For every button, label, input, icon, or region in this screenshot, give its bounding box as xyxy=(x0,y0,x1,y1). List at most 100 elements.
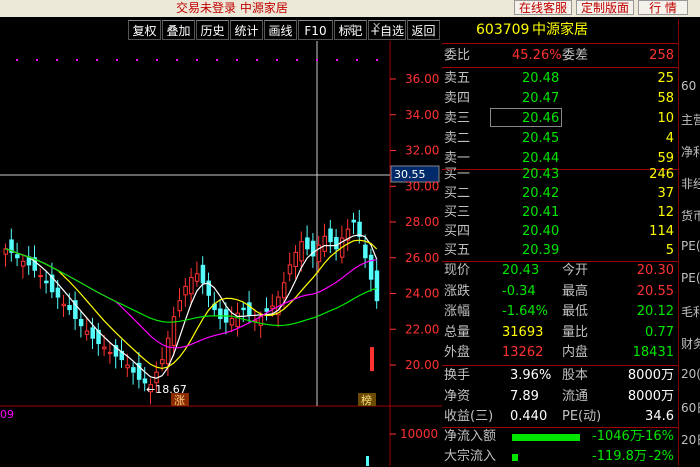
price-ticks: 36.00 34.00 32.00 30.00 28.00 26.00 24.00 22.00… xyxy=(390,72,439,372)
overlay-button[interactable]: 叠加 xyxy=(162,20,195,40)
marker-dot xyxy=(196,59,198,61)
candle-body xyxy=(357,221,362,237)
bid-row: 买四 20.40 114 xyxy=(442,222,678,242)
marker-dot xyxy=(76,59,78,61)
f10-button[interactable]: F10 xyxy=(298,20,333,40)
bid-volume: 37 xyxy=(657,186,674,201)
candle-body xyxy=(20,260,26,267)
candle-body xyxy=(374,270,380,302)
stock-code: 603709 xyxy=(476,22,530,38)
kline-chart[interactable]: 30.55 36.0034.0032.0030.0028.0026.0024.0… xyxy=(0,41,442,466)
settings-gear-icon[interactable]: ⚙ xyxy=(348,22,359,36)
stock-name: 中源家居 xyxy=(532,22,588,38)
bid-volume: 246 xyxy=(649,167,674,182)
draw-line-button[interactable]: 画线 xyxy=(264,20,297,40)
stat-value: 13262 xyxy=(502,345,544,360)
netflow-label: 净流入额 xyxy=(444,429,497,444)
stat-label: 涨幅 xyxy=(444,304,471,319)
fundamental-row: 换手 3.96% 股本 8000万 xyxy=(442,366,678,386)
bid-label: 买五 xyxy=(444,243,471,258)
statistics-button[interactable]: 统计 xyxy=(230,20,263,40)
history-button[interactable]: 历史 xyxy=(196,20,229,40)
marker-dot xyxy=(216,59,218,61)
candle-body xyxy=(270,305,275,309)
price-tick-label: 24.00 xyxy=(405,287,439,301)
side-info-label: PE( xyxy=(681,239,700,253)
bid-row: 买五 20.39 5 xyxy=(442,241,678,261)
weibi-value: 45.26% xyxy=(512,48,562,63)
candle-body xyxy=(287,264,293,275)
window-title: 交易未登录 中源家居 xyxy=(176,1,288,15)
price-tick-label: 32.00 xyxy=(405,144,439,158)
price-tick-label: 30.00 xyxy=(405,179,439,193)
fundamental-row: 收益(三) 0.440 PE(动) 34.6 xyxy=(442,407,678,427)
candle-body xyxy=(165,337,171,365)
candle-body xyxy=(61,303,66,307)
fund-label: 换手 xyxy=(444,368,471,383)
weibi-row: 委比 45.26% 委差 258 xyxy=(442,46,678,66)
ask-volume: 10 xyxy=(657,111,674,126)
price-tick-label: 34.00 xyxy=(405,108,439,122)
stat-value: 20.55 xyxy=(636,283,674,299)
candle-body xyxy=(351,219,356,223)
candle-body xyxy=(370,347,374,372)
candle-body xyxy=(84,330,90,335)
quote-stat-row: 外盘 13262 内盘 18431 xyxy=(442,343,678,363)
bid-label: 买三 xyxy=(444,205,471,220)
close-icon[interactable]: ✕ xyxy=(372,20,381,33)
stat-value: 18431 xyxy=(632,345,674,360)
marker-dot xyxy=(236,59,238,61)
adjust-button[interactable]: 复权 xyxy=(128,20,161,40)
bid-label: 买二 xyxy=(444,186,471,201)
marker-dot xyxy=(36,59,38,61)
price-tick-label: 28.00 xyxy=(405,215,439,229)
stat-value: 20.30 xyxy=(636,263,674,278)
side-info-label: PE( xyxy=(681,271,700,285)
ask-label: 卖五 xyxy=(444,71,471,86)
netflow-value: -1046万 xyxy=(592,429,643,444)
ask-volume: 25 xyxy=(657,71,674,86)
stat-label: 最低 xyxy=(562,304,589,319)
stat-value: 20.12 xyxy=(636,304,674,319)
marker-dot xyxy=(336,59,338,61)
ask-row: 卖四 20.47 58 xyxy=(442,89,678,109)
fund-value: 7.89 xyxy=(510,388,539,404)
candle-body xyxy=(107,351,113,355)
fund-value: 8000万 xyxy=(627,368,674,383)
candle-body xyxy=(160,359,165,365)
side-info-label: 财务 xyxy=(681,337,700,351)
candle-body xyxy=(90,327,95,339)
candle-body xyxy=(229,318,235,326)
quotes-button[interactable]: 行 情 xyxy=(638,0,688,15)
marker-dots xyxy=(16,59,378,61)
block-pct: -2% xyxy=(648,449,674,464)
quote-stat-row: 总量 31693 量比 0.77 xyxy=(442,323,678,343)
candle-body xyxy=(264,308,269,312)
marker-dot xyxy=(316,59,318,61)
candle-body xyxy=(171,316,177,347)
volume-bar xyxy=(366,456,369,466)
stat-value: 20.43 xyxy=(502,263,540,278)
fund-value: 0.440 xyxy=(510,409,548,424)
back-button[interactable]: 返回 xyxy=(407,20,440,40)
divider xyxy=(442,67,678,68)
side-info-label: 20日 xyxy=(681,433,700,447)
bid-label: 买一 xyxy=(444,167,471,182)
price-tick-label: 26.00 xyxy=(405,251,439,265)
custom-layout-button[interactable]: 定制版面 xyxy=(576,0,634,15)
marker-dot xyxy=(176,59,178,61)
online-service-button[interactable]: 在线客服 xyxy=(514,0,572,15)
bid-row: 买三 20.41 12 xyxy=(442,203,678,223)
fund-label: PE(动) xyxy=(562,409,602,424)
quote-stat-row: 涨幅 -1.64% 最低 20.12 xyxy=(442,302,678,322)
stock-header: 603709 中源家居 xyxy=(442,19,678,41)
ask-label: 卖四 xyxy=(444,91,471,106)
candles xyxy=(3,209,380,405)
side-info-label: 60日 xyxy=(681,401,700,415)
side-info-label: 毛利 xyxy=(681,305,700,319)
candle-body xyxy=(177,300,182,312)
candle-body xyxy=(200,264,206,284)
candle-body xyxy=(328,228,333,243)
side-info-label: 20( xyxy=(681,367,700,381)
marker-dot xyxy=(296,59,298,61)
